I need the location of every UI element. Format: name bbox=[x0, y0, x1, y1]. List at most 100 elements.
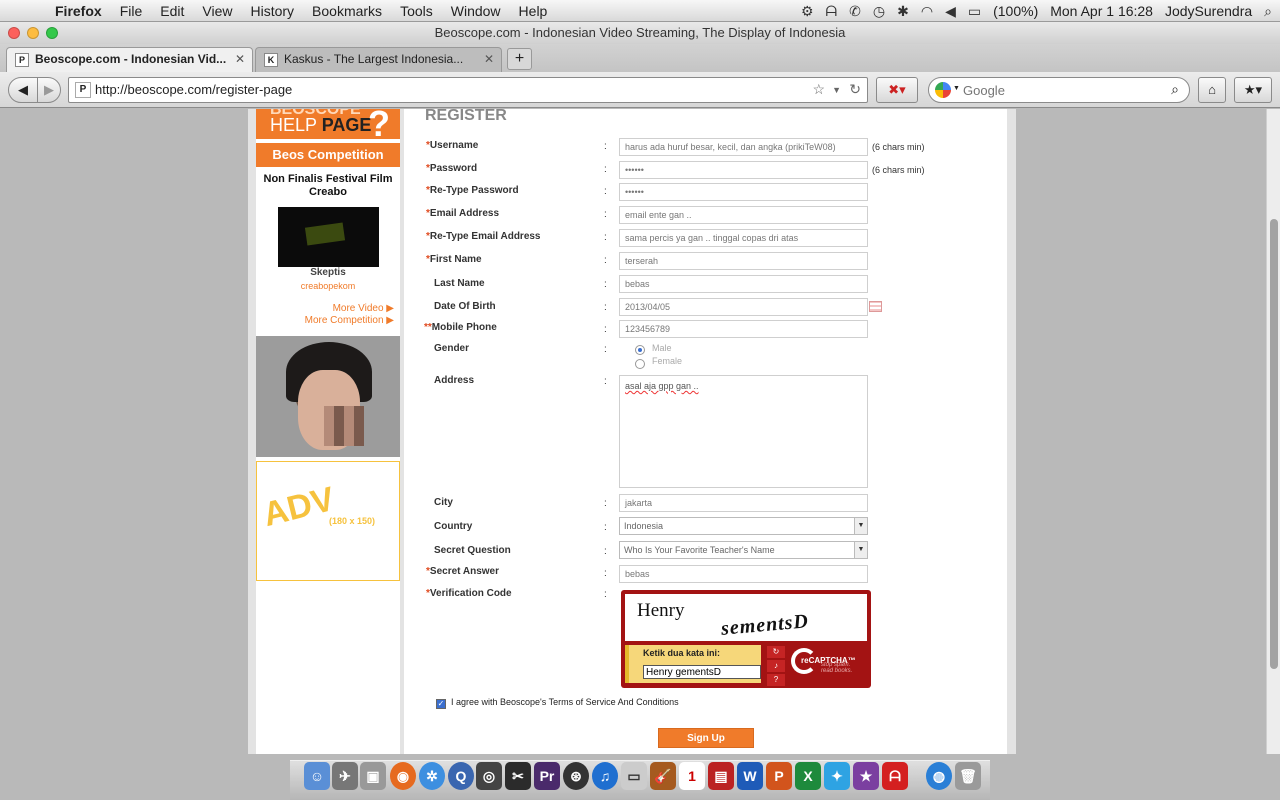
gender-male-label[interactable]: Male bbox=[652, 343, 672, 353]
competition-title[interactable]: Non Finalis Festival Film Creabo bbox=[256, 173, 400, 199]
url-dropdown-icon[interactable]: ▼ bbox=[832, 85, 841, 95]
trash-icon[interactable]: 🗑 bbox=[955, 762, 981, 790]
home-button[interactable]: ⌂ bbox=[1198, 77, 1226, 103]
retype-email-field[interactable]: sama percis ya gan .. tinggal copas dri … bbox=[619, 229, 868, 247]
calendar-icon[interactable] bbox=[869, 301, 882, 312]
itunes-icon[interactable]: ♫ bbox=[592, 762, 618, 790]
more-competition-link[interactable]: More Competition ▶ bbox=[305, 315, 394, 326]
phone-icon[interactable]: ✆ bbox=[849, 3, 861, 20]
url-bar[interactable]: P http://beoscope.com/register-page ☆ ▼ … bbox=[68, 77, 868, 103]
menu-bookmarks[interactable]: Bookmarks bbox=[303, 3, 391, 19]
forward-button[interactable]: ▶ bbox=[37, 77, 61, 103]
creative-cloud-icon[interactable]: ᗩ bbox=[826, 3, 838, 20]
bluetooth-icon[interactable]: ✱ bbox=[897, 3, 909, 20]
user-name[interactable]: JodySurendra bbox=[1165, 3, 1252, 19]
search-bar[interactable]: ▼ ⌕ bbox=[928, 77, 1190, 103]
search-magnifier-icon[interactable]: ⌕ bbox=[1171, 81, 1179, 98]
bookmarks-menu-button[interactable]: ★▾ bbox=[1234, 77, 1272, 103]
battery-icon[interactable]: ▭ bbox=[968, 3, 981, 20]
agree-terms-label[interactable]: I agree with Beoscope's Terms of Service… bbox=[451, 697, 679, 707]
launchpad-icon[interactable]: ✈ bbox=[332, 762, 358, 790]
captcha-refresh-icon[interactable]: ↻ bbox=[767, 646, 785, 658]
firefox-icon[interactable]: ◉ bbox=[390, 762, 416, 790]
menu-edit[interactable]: Edit bbox=[151, 3, 193, 19]
close-tab-icon[interactable]: ✕ bbox=[235, 48, 245, 71]
scrollbar-thumb[interactable] bbox=[1270, 219, 1278, 669]
promo-photo[interactable] bbox=[256, 336, 400, 457]
addon-toolbar-button[interactable]: ✖▾ bbox=[876, 77, 918, 103]
more-video-link[interactable]: More Video ▶ bbox=[333, 303, 394, 314]
help-page-banner[interactable]: BEOSCOPE HELP PAGE ? bbox=[256, 109, 400, 139]
address-textarea[interactable]: asal aja gpp gan .. bbox=[619, 375, 868, 488]
chevron-down-icon[interactable]: ▼ bbox=[854, 542, 867, 558]
advertisement-box[interactable]: ADV (180 x 150) bbox=[256, 461, 400, 581]
close-tab-icon[interactable]: ✕ bbox=[484, 48, 494, 71]
gender-female-radio[interactable] bbox=[635, 359, 645, 369]
retype-password-field[interactable]: •••••• bbox=[619, 183, 868, 201]
sign-up-button[interactable]: Sign Up bbox=[658, 728, 754, 748]
secret-question-select[interactable]: Who Is Your Favorite Teacher's Name ▼ bbox=[619, 541, 868, 559]
menu-window[interactable]: Window bbox=[442, 3, 510, 19]
site-identity-icon[interactable]: P bbox=[75, 82, 91, 98]
password-field[interactable]: •••••• bbox=[619, 161, 868, 179]
bookmark-star-icon[interactable]: ☆ bbox=[812, 81, 825, 98]
photo-booth-icon[interactable]: ▤ bbox=[708, 762, 734, 790]
reload-icon[interactable]: ↻ bbox=[849, 81, 861, 98]
safari-icon[interactable]: ✲ bbox=[419, 762, 445, 790]
tab-kaskus[interactable]: K Kaskus - The Largest Indonesia... ✕ bbox=[255, 47, 502, 72]
close-window-button[interactable] bbox=[8, 27, 20, 39]
quicktime-icon[interactable]: Q bbox=[448, 762, 474, 790]
gender-male-radio[interactable] bbox=[635, 345, 645, 355]
minimize-window-button[interactable] bbox=[27, 27, 39, 39]
time-machine-icon[interactable]: ◷ bbox=[873, 3, 885, 20]
film-reel-icon[interactable]: ⊛ bbox=[563, 762, 589, 790]
final-cut-icon[interactable]: ✂ bbox=[505, 762, 531, 790]
mobile-field[interactable]: 123456789 bbox=[619, 320, 868, 338]
battery-percent[interactable]: (100%) bbox=[993, 3, 1038, 19]
word-icon[interactable]: W bbox=[737, 762, 763, 790]
google-icon[interactable] bbox=[935, 82, 951, 98]
video-thumbnail[interactable] bbox=[278, 207, 379, 267]
gender-female-label[interactable]: Female bbox=[652, 356, 682, 366]
acrobat-icon[interactable]: ᗩ bbox=[882, 762, 908, 790]
video-title[interactable]: Skeptis bbox=[256, 267, 400, 278]
competition-header[interactable]: Beos Competition bbox=[256, 143, 400, 167]
menu-tools[interactable]: Tools bbox=[391, 3, 442, 19]
zoom-window-button[interactable] bbox=[46, 27, 58, 39]
excel-icon[interactable]: X bbox=[795, 762, 821, 790]
country-select[interactable]: Indonesia ▼ bbox=[619, 517, 868, 535]
chevron-down-icon[interactable]: ▼ bbox=[854, 518, 867, 534]
twitter-icon[interactable]: ✦ bbox=[824, 762, 850, 790]
clock[interactable]: Mon Apr 1 16:28 bbox=[1050, 3, 1153, 19]
status-app-icon[interactable]: ⚙ bbox=[801, 3, 814, 20]
dvd-player-icon[interactable]: ▭ bbox=[621, 762, 647, 790]
first-name-field[interactable]: terserah bbox=[619, 252, 868, 270]
page-scrollbar[interactable] bbox=[1266, 109, 1280, 754]
dob-field[interactable]: 2013/04/05 bbox=[619, 298, 868, 316]
secret-answer-field[interactable]: bebas bbox=[619, 565, 868, 583]
menu-help[interactable]: Help bbox=[510, 3, 557, 19]
volume-icon[interactable]: ◀ bbox=[945, 3, 956, 20]
preview-icon[interactable]: ▣ bbox=[360, 762, 386, 790]
new-tab-button[interactable]: + bbox=[507, 48, 532, 70]
last-name-field[interactable]: bebas bbox=[619, 275, 868, 293]
wifi-icon[interactable]: ◠ bbox=[921, 3, 933, 20]
captcha-input[interactable] bbox=[643, 665, 761, 679]
search-input[interactable] bbox=[963, 81, 1163, 99]
back-button[interactable]: ◀ bbox=[8, 77, 38, 103]
camera-icon[interactable]: ◎ bbox=[476, 762, 502, 790]
menu-app-firefox[interactable]: Firefox bbox=[46, 3, 111, 19]
powerpoint-icon[interactable]: P bbox=[766, 762, 792, 790]
url-text[interactable]: http://beoscope.com/register-page bbox=[95, 78, 292, 102]
captcha-help-icon[interactable]: ? bbox=[767, 674, 785, 686]
username-field[interactable]: harus ada huruf besar, kecil, dan angka … bbox=[619, 138, 868, 156]
tab-beoscope[interactable]: P Beoscope.com - Indonesian Vid... ✕ bbox=[6, 47, 253, 72]
downloads-icon[interactable]: ◍ bbox=[926, 762, 952, 790]
imovie-icon[interactable]: ★ bbox=[853, 762, 879, 790]
calendar-app-icon[interactable]: 1 bbox=[679, 762, 705, 790]
premiere-icon[interactable]: Pr bbox=[534, 762, 560, 790]
finder-icon[interactable]: ☺ bbox=[304, 762, 330, 790]
menu-file[interactable]: File bbox=[111, 3, 152, 19]
menu-view[interactable]: View bbox=[193, 3, 241, 19]
garageband-icon[interactable]: 🎸 bbox=[650, 762, 676, 790]
